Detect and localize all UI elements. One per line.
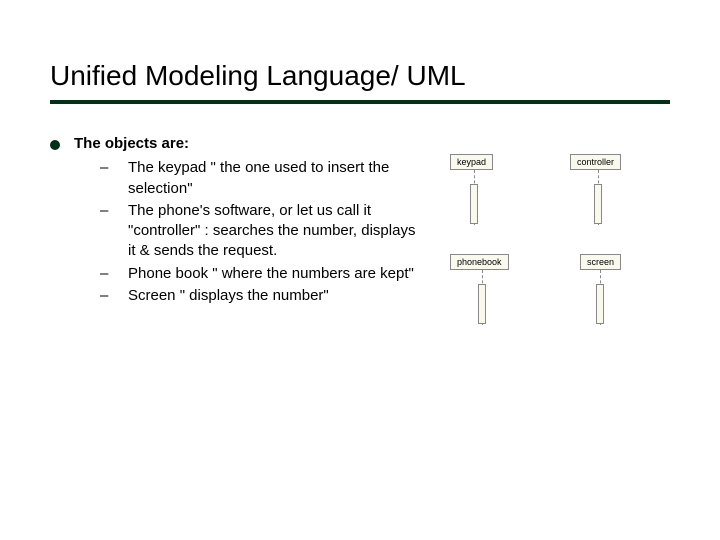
diagram-object-phonebook: phonebook [450, 254, 509, 270]
text-column: The objects are: – The keypad " the one … [50, 134, 420, 308]
list-item: – Phone book " where the numbers are kep… [100, 264, 420, 284]
activation-bar [596, 284, 604, 324]
item-text: Screen " displays the number" [128, 286, 420, 306]
title-underline [50, 100, 670, 104]
dash-icon: – [100, 201, 110, 262]
bullet-disc-icon [50, 140, 60, 150]
list-item: – The keypad " the one used to insert th… [100, 158, 420, 199]
diagram-object-keypad: keypad [450, 154, 493, 170]
bullet-lead: The objects are: [50, 134, 420, 154]
slide: Unified Modeling Language/ UML The objec… [0, 0, 720, 348]
sequence-diagram: keypad controller phonebook screen [440, 134, 670, 308]
content-area: The objects are: – The keypad " the one … [50, 134, 670, 308]
activation-bar [470, 184, 478, 224]
lead-text: The objects are: [74, 134, 189, 154]
dash-icon: – [100, 264, 110, 284]
item-text: Phone book " where the numbers are kept" [128, 264, 420, 284]
activation-bar [478, 284, 486, 324]
dash-icon: – [100, 158, 110, 199]
list-item: – The phone's software, or let us call i… [100, 201, 420, 262]
activation-bar [594, 184, 602, 224]
slide-title: Unified Modeling Language/ UML [50, 60, 670, 92]
list-item: – Screen " displays the number" [100, 286, 420, 306]
item-text: The phone's software, or let us call it … [128, 201, 420, 262]
diagram-object-screen: screen [580, 254, 621, 270]
dash-icon: – [100, 286, 110, 306]
sub-list: – The keypad " the one used to insert th… [100, 158, 420, 306]
diagram-object-controller: controller [570, 154, 621, 170]
item-text: The keypad " the one used to insert the … [128, 158, 420, 199]
